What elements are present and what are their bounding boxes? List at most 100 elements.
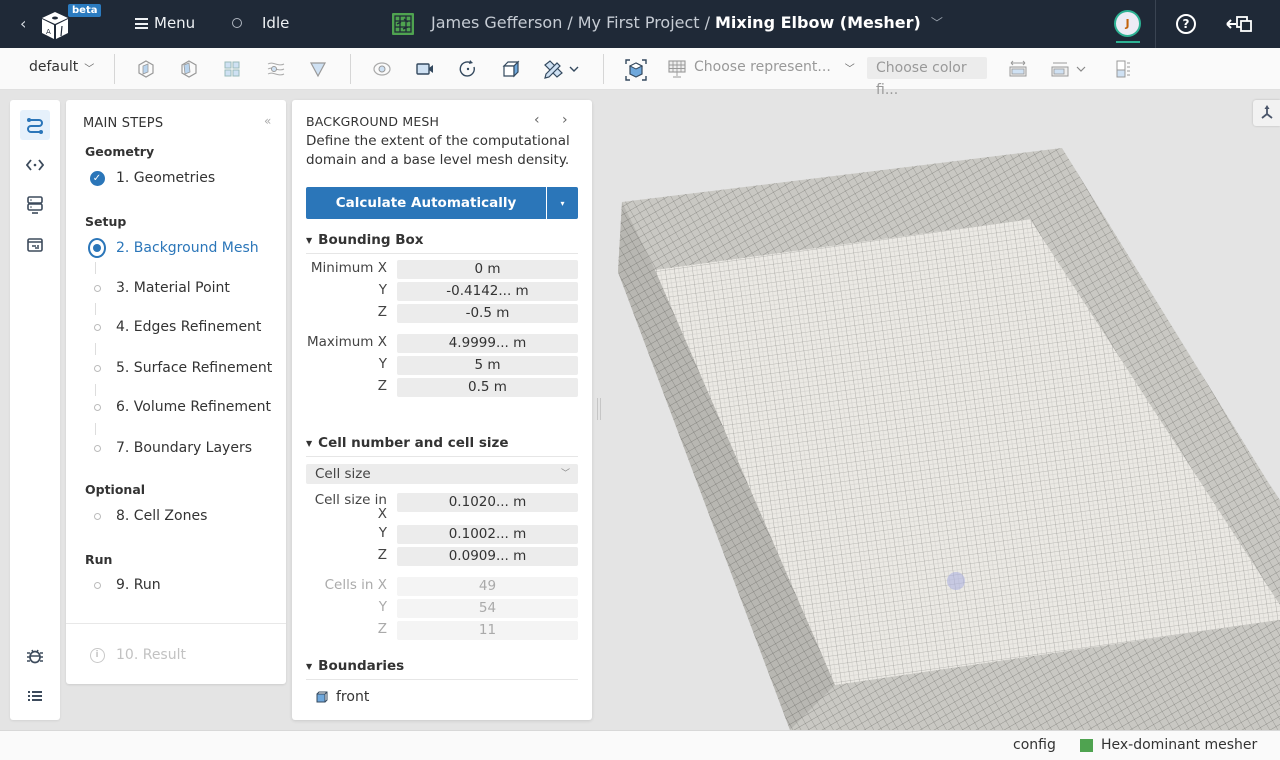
step-run[interactable]: 9. Run [88,577,161,593]
step-label: 4. Edges Refinement [116,319,262,335]
code-icon[interactable] [20,150,50,180]
step-background-mesh[interactable]: 2. Background Mesh [88,238,259,258]
pending-step-icon [93,323,101,331]
main-steps-panel: MAIN STEPS « Geometry ✓ 1. Geometries Se… [66,100,286,684]
representation-select[interactable]: Choose represent... ﹀ [694,59,855,75]
maximum-x-field[interactable]: 4.9999... m [397,334,578,353]
breadcrumb-project[interactable]: My First Project [578,13,700,32]
step-boundary-layers[interactable]: 7. Boundary Layers [88,440,252,456]
server-icon[interactable] [20,190,50,220]
next-step-button[interactable]: › [562,112,568,128]
field-label: Cells in X [324,577,387,593]
material-point-marker[interactable] [947,572,965,590]
side-panel-icon[interactable] [1113,59,1133,79]
grid-layout-icon[interactable] [222,59,242,79]
status-label: Idle [262,14,290,32]
group-label: Optional [85,482,146,497]
chevron-down-icon[interactable]: ﹀ [931,14,943,31]
step-label: 5. Surface Refinement [116,360,273,376]
step-geometries[interactable]: ✓ 1. Geometries [88,170,215,186]
chevron-left-icon[interactable]: ‹ [20,14,26,33]
cube-wireframe-icon[interactable] [136,59,156,79]
step-material-point[interactable]: 3. Material Point [88,280,230,296]
bounding-box-section[interactable]: ▼ Bounding Box [306,232,578,254]
user-avatar[interactable]: J [1114,10,1141,37]
job-status: Idle [232,14,289,32]
minimum-x-field[interactable]: 0 m [397,260,578,279]
divider [114,54,115,84]
mesher-type[interactable]: Hex-dominant mesher [1080,737,1257,753]
chevron-down-icon: ﹀ [84,63,95,75]
minimum-y-field[interactable]: -0.4142... m [397,282,578,301]
breadcrumb-current: Mixing Elbow (Mesher) [714,13,921,32]
pending-step-icon [93,284,101,292]
pending-step-icon [93,512,101,520]
boundary-item[interactable]: front [316,689,369,705]
step-connector [95,384,96,396]
cell-mode-select[interactable]: Cell size ﹀ [306,464,578,484]
mesh-display-icon[interactable] [667,59,687,79]
previous-step-button[interactable]: ‹ [534,112,540,128]
cells-in-z-field: 11 [397,621,578,640]
step-volume-refinement[interactable]: 6. Volume Refinement [88,399,271,415]
filter-funnel-icon[interactable] [308,59,328,79]
maximum-y-field[interactable]: 5 m [397,356,578,375]
mesher-type-icon [1080,738,1093,752]
cell-size-y-field[interactable]: 0.1002... m [397,525,578,544]
camera-icon[interactable] [415,59,435,79]
cell-mode-value: Cell size [315,466,371,482]
workflow-icon[interactable] [20,110,50,140]
rotate-icon[interactable] [458,59,478,79]
step-edges-refinement[interactable]: 4. Edges Refinement [88,319,261,335]
list-icon[interactable] [20,681,50,711]
mesh-render [618,148,1280,730]
step-cell-zones[interactable]: 8. Cell Zones [88,508,207,524]
step-label: 9. Run [116,577,161,593]
cell-size-z-field[interactable]: 0.0909... m [397,547,578,566]
solid-cube-icon[interactable] [501,59,521,79]
step-label: 10. Result [116,647,186,663]
cell-number-section[interactable]: ▼ Cell number and cell size [306,435,578,457]
axes-orientation-icon[interactable] [1253,100,1280,126]
ruler-pencil-icon[interactable] [542,59,582,79]
config-label[interactable]: config [1013,737,1056,753]
eye-icon[interactable] [372,59,392,79]
color-field-select[interactable]: Choose color fi... [867,57,987,98]
view-preset-select[interactable]: default ﹀ [29,59,94,75]
boundary-face-icon [316,691,328,703]
calculate-options-dropdown[interactable]: ▾ [547,187,578,219]
menu-button[interactable]: Menu [135,14,195,32]
cells-in-x-field: 49 [397,577,578,596]
help-circle-icon[interactable]: ? [1176,14,1196,34]
maximum-z-field[interactable]: 0.5 m [397,378,578,397]
group-label: Geometry [85,144,155,159]
streamlines-icon[interactable] [266,59,286,79]
scalar-bar-icon[interactable] [1008,59,1028,79]
fit-view-icon[interactable] [625,59,647,81]
terminal-card-icon[interactable] [20,230,50,260]
cube-section-icon[interactable] [179,59,199,79]
breadcrumb-user[interactable]: James Gefferson [431,13,562,32]
field-label: Y [378,282,387,298]
field-label: Z [377,547,387,563]
divider [1155,0,1156,48]
check-circle-icon: ✓ [89,170,105,186]
bug-icon[interactable] [20,641,50,671]
field-label: Maximum X [306,334,387,350]
mesher-label: Hex-dominant mesher [1101,737,1258,753]
calculate-automatically-button[interactable]: Calculate Automatically [306,187,546,219]
panel-title: MAIN STEPS [83,116,164,131]
divider [603,54,604,84]
scalar-bar-options-icon[interactable] [1050,59,1090,79]
field-label: Cell size in X [314,492,387,522]
step-surface-refinement[interactable]: 5. Surface Refinement [88,360,272,376]
minimum-z-field[interactable]: -0.5 m [397,304,578,323]
dice-logo-icon[interactable]: A [38,8,72,42]
cell-size-x-field[interactable]: 0.1020... m [397,493,578,512]
boundaries-section[interactable]: ▼ Boundaries [306,658,578,680]
exit-workspace-icon[interactable] [1225,13,1253,35]
collapse-panel-icon[interactable]: « [264,114,271,128]
info-icon: i [89,647,105,663]
step-connector [95,423,96,435]
3d-viewport[interactable] [600,90,1280,730]
